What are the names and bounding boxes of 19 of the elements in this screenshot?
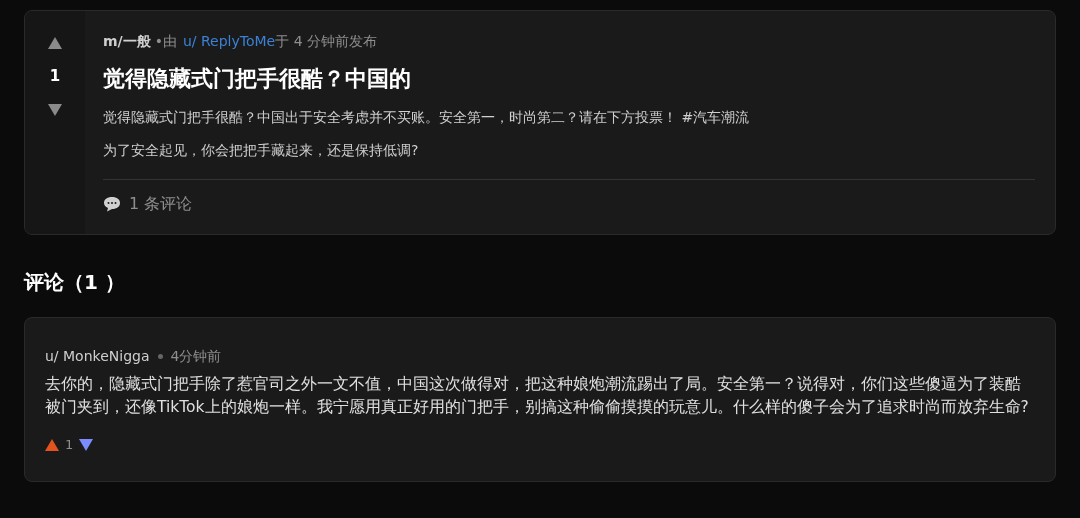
post-title: 觉得隐藏式门把手很酷？中国的 (103, 65, 412, 93)
comments-link[interactable]: 1 条评论 (129, 192, 193, 216)
upvote-icon[interactable] (48, 37, 62, 49)
vote-count: 1 (49, 66, 61, 87)
comment-time: 4分钟前 (170, 347, 222, 366)
comment-author[interactable]: u/ MonkeNigga (45, 346, 150, 367)
upvote-icon[interactable] (45, 438, 59, 451)
comment-text: 去你的，隐藏式门把手除了惹官司之外一文不值，中国这次做得对，把这种娘炮潮流踢出了局。安全第一？说得对，你们这些傻逼为了装酷被门夹到，还像TikTok上的娘炮一样。我宁愿用真正好用的门把手，别搞这种偷偷摸摸的玩意儿。什么样的傻子会为了追求时尚而放弃生命? (45, 374, 1030, 418)
author-link[interactable]: u/ ReplyToMe (182, 31, 276, 52)
community-name[interactable]: m/一般 (103, 31, 151, 52)
comment-score: 1 (65, 436, 74, 454)
downvote-icon[interactable] (79, 438, 94, 451)
downvote-icon[interactable] (48, 103, 62, 116)
post-body-text: 为了安全起见，你会把把手藏起来，还是保持低调? (103, 141, 420, 160)
comments-heading: 评论（1 ） (24, 269, 126, 296)
post-body-text: 觉得隐藏式门把手很酷？中国出于安全考虑并不买账。安全第一，时尚第二？请在下方投票！ #汽车潮流 (103, 108, 751, 127)
post-time: 于 4 分钟前发布 (275, 32, 378, 51)
comment-icon (103, 196, 121, 212)
byline-text: •由 (154, 32, 177, 51)
